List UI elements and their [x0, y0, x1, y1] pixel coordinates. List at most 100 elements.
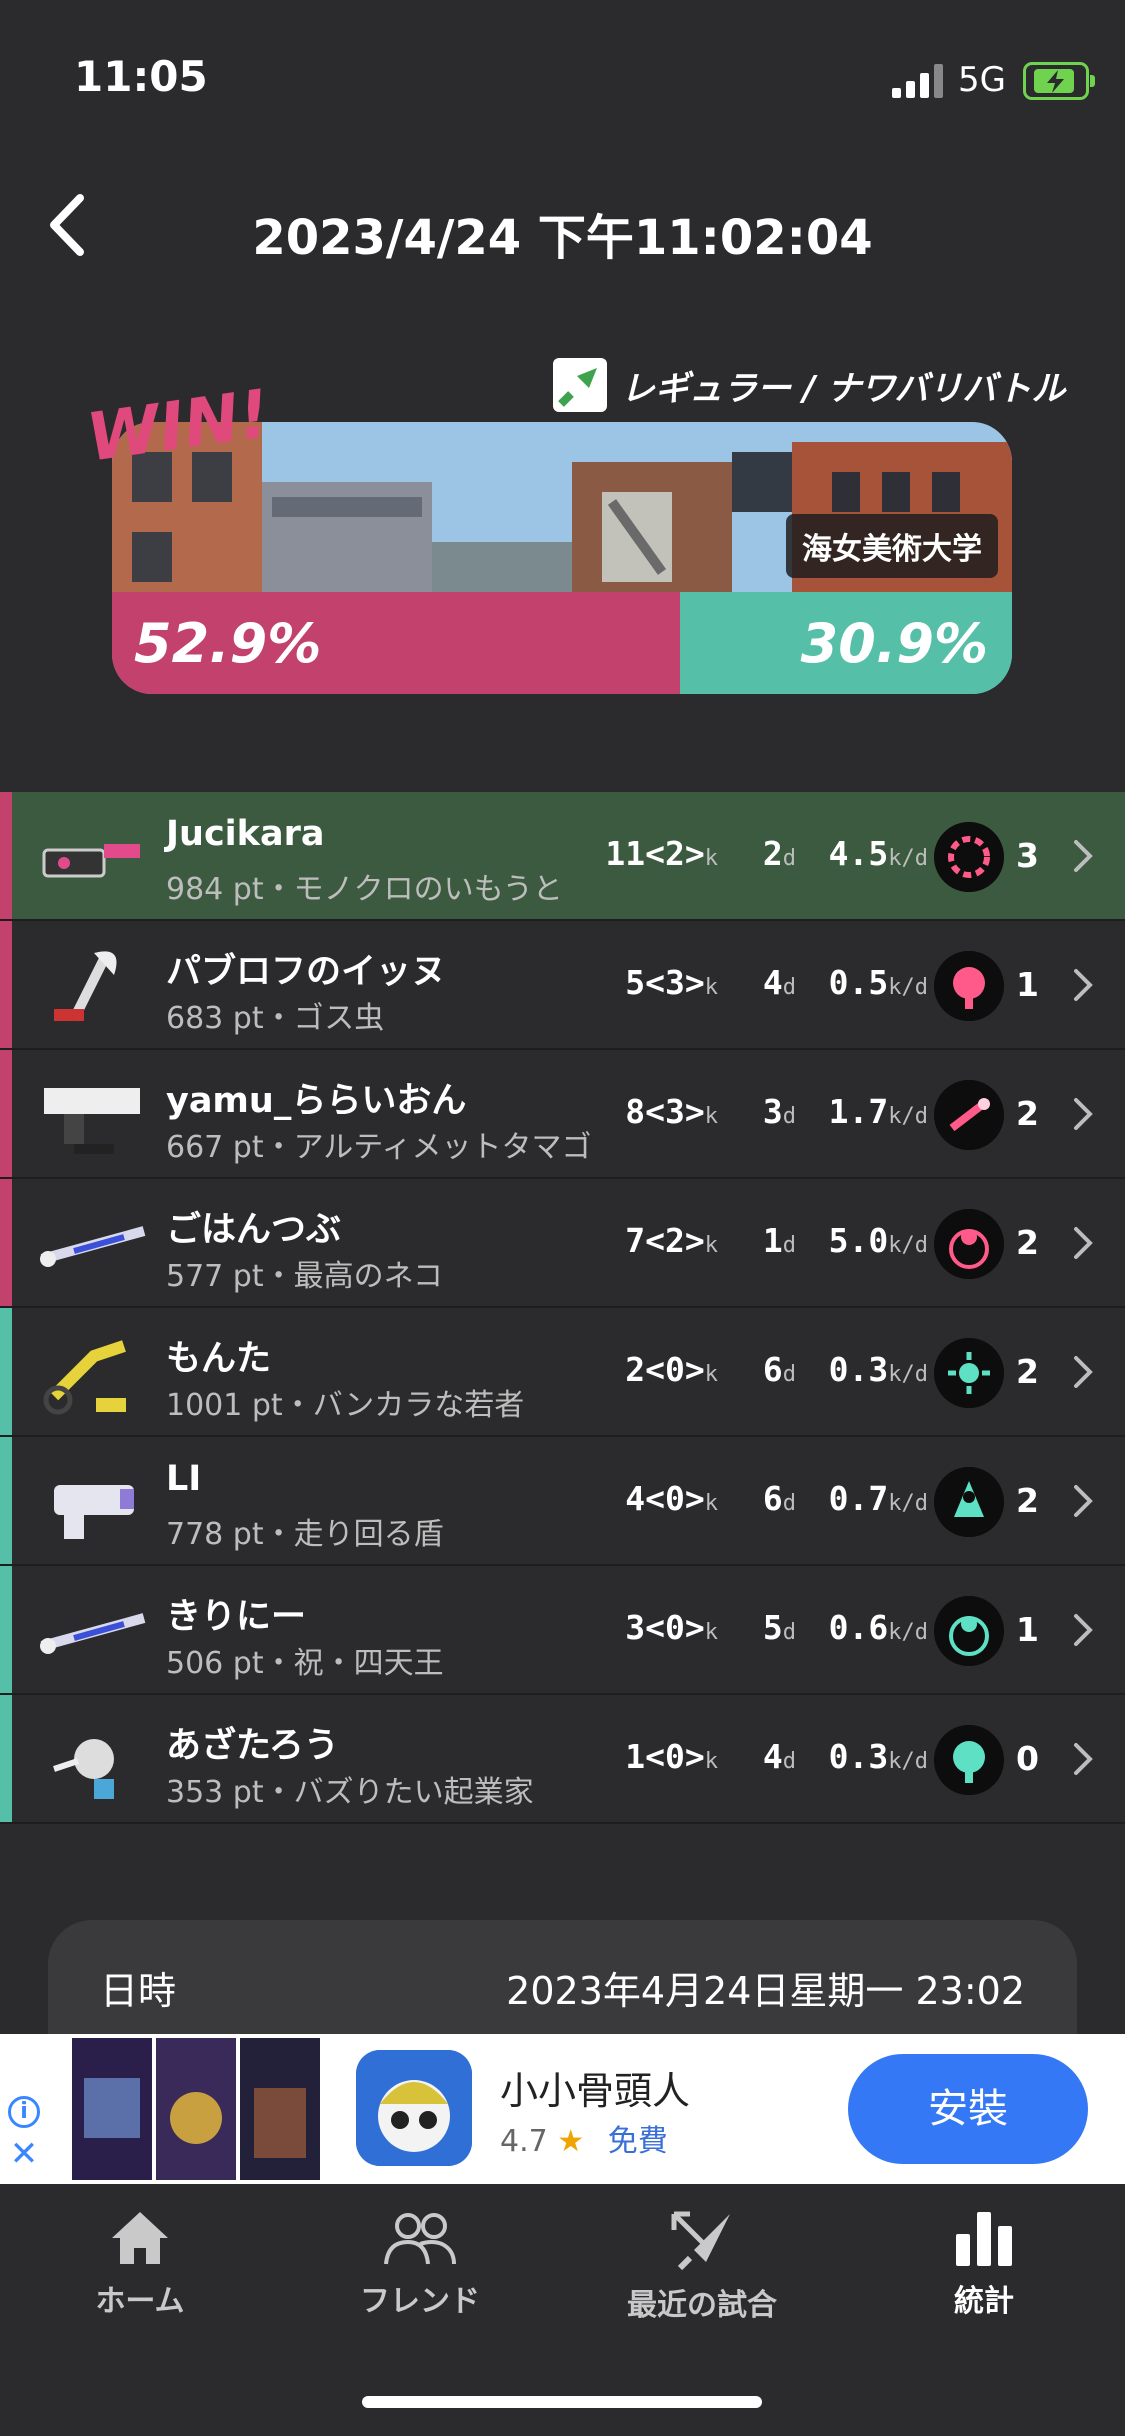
death-count: 5: [762, 1608, 783, 1647]
player-name: yamu_ららいおん: [166, 1081, 467, 1121]
battery-icon: [1023, 62, 1095, 100]
player-info: 984 pt・モノクロのいもうと: [166, 872, 563, 907]
tab-home[interactable]: ホーム: [40, 2208, 240, 2320]
tacticooler-icon: [934, 951, 1004, 1021]
wave-breaker-icon: [934, 1209, 1004, 1279]
tab-recent-battles-label: 最近の試合: [627, 2288, 777, 2323]
kd-ratio: 0.5: [828, 963, 889, 1002]
home-icon: [112, 2212, 168, 2264]
ally-percent: 52.9%: [134, 612, 322, 675]
player-stats: 2<0>k 6d 0.3k/d: [608, 1350, 928, 1394]
kd-stat: 4.5k/d: [829, 834, 928, 873]
status-time: 11:05: [74, 52, 208, 101]
special-count: 2: [1016, 1094, 1039, 1133]
ad-app-icon[interactable]: [356, 2050, 472, 2166]
weapon-icon: [42, 844, 140, 878]
kill-count: 2: [625, 1350, 646, 1389]
player-name: もんた: [166, 1339, 272, 1379]
kill-stat: 8<3>k: [625, 1092, 718, 1131]
player-row[interactable]: きりにー 506 pt・祝・四天王 3<0>k 5d 0.6k/d 1: [0, 1566, 1125, 1695]
player-row[interactable]: ごはんつぶ 577 pt・最高のネコ 7<2>k 1d 5.0k/d 2: [0, 1179, 1125, 1308]
tab-stats[interactable]: 統計: [884, 2208, 1084, 2320]
player-row[interactable]: yamu_ららいおん 667 pt・アルティメットタマゴ 8<3>k 3d 1.7k/d…: [0, 1050, 1125, 1179]
player-stats: 8<3>k 3d 1.7k/d: [608, 1092, 928, 1136]
kill-stat: 5<3>k: [625, 963, 718, 1002]
player-info: 1001 pt・バンカラな若者: [166, 1388, 525, 1423]
kill-stat: 11<2>k: [605, 834, 718, 873]
kd-stat: 0.5k/d: [829, 963, 928, 1002]
ad-screenshots-image: [72, 2038, 320, 2180]
team-stripe: [0, 792, 12, 919]
home-indicator: [362, 2396, 762, 2408]
ring-special-icon: [934, 822, 1004, 892]
assist-count: <2>: [645, 1221, 705, 1260]
chevron-right-icon: [1074, 1227, 1093, 1259]
team-stripe: [0, 1179, 12, 1306]
death-unit: d: [782, 1104, 796, 1129]
status-bar: 11:05 5G: [0, 0, 1125, 150]
kd-unit: k/d: [888, 1620, 928, 1645]
kill-stat: 3<0>k: [625, 1608, 718, 1647]
special-count: 2: [1016, 1481, 1039, 1520]
assist-count: <3>: [645, 963, 705, 1002]
kd-unit: k/d: [888, 1233, 928, 1258]
weapon-icon: [54, 1485, 134, 1539]
tab-friends-label: フレンド: [360, 2284, 480, 2319]
special-count: 1: [1016, 965, 1039, 1004]
win-text: WIN!: [82, 375, 274, 470]
player-row[interactable]: もんた 1001 pt・バンカラな若者 2<0>k 6d 0.3k/d 2: [0, 1308, 1125, 1437]
weapon-icon: [43, 1340, 126, 1415]
player-info: 353 pt・バズりたい起業家: [166, 1775, 534, 1810]
stage-name: 海女美術大学: [786, 514, 998, 578]
player-row[interactable]: LI 778 pt・走り回る盾 4<0>k 6d 0.7k/d 2: [0, 1437, 1125, 1566]
signal-icon: [892, 64, 944, 98]
kd-ratio: 1.7: [828, 1092, 889, 1131]
player-info: 778 pt・走り回る盾: [166, 1517, 444, 1552]
special-count: 0: [1016, 1739, 1039, 1778]
kill-count: 5: [625, 963, 646, 1002]
kill-stat: 7<2>k: [625, 1221, 718, 1260]
kd-ratio: 0.3: [828, 1737, 889, 1776]
enemy-percent: 30.9%: [800, 612, 988, 675]
chevron-right-icon: [1074, 840, 1093, 872]
ad-close-icon[interactable]: ✕: [8, 2137, 40, 2171]
assist-count: <0>: [645, 1608, 705, 1647]
chevron-right-icon: [1074, 1614, 1093, 1646]
assist-count: <0>: [645, 1479, 705, 1518]
battle-icon: [671, 2211, 730, 2271]
ad-rating: 4.7 ★ 免費: [500, 2116, 668, 2160]
beacon-icon: [934, 1467, 1004, 1537]
tab-friends[interactable]: フレンド: [320, 2208, 520, 2320]
tab-recent-battles[interactable]: 最近の試合: [602, 2208, 802, 2324]
nav-bar: 2023/4/24 下午11:02:04: [0, 180, 1125, 270]
player-name: ごはんつぶ: [166, 1210, 342, 1250]
star-icon: ★: [557, 2124, 585, 2159]
tab-home-label: ホーム: [95, 2284, 185, 2319]
player-row[interactable]: パブロフのイッヌ 683 pt・ゴス虫 5<3>k 4d 0.5k/d 1: [0, 921, 1125, 1050]
player-stats: 11<2>k 2d 4.5k/d: [605, 834, 928, 878]
death-unit: d: [782, 1749, 796, 1774]
player-stats: 7<2>k 1d 5.0k/d: [608, 1221, 928, 1265]
ad-install-button[interactable]: 安裝: [848, 2054, 1088, 2164]
ad-banner[interactable]: i ✕ 小小骨頭人 4.7 ★ 免費 安裝: [0, 2034, 1125, 2184]
player-row[interactable]: あざたろう 353 pt・バズりたい起業家 1<0>k 4d 0.3k/d 0: [0, 1695, 1125, 1824]
chevron-right-icon: [1074, 969, 1093, 1001]
kd-unit: k/d: [888, 1491, 928, 1516]
kd-unit: k/d: [888, 1104, 928, 1129]
team-stripe: [0, 1566, 12, 1693]
kd-stat: 1.7k/d: [829, 1092, 928, 1131]
assist-count: <3>: [645, 1092, 705, 1131]
stats-icon: [956, 2212, 1012, 2266]
player-stats: 4<0>k 6d 0.7k/d: [608, 1479, 928, 1523]
special-count: 3: [1016, 836, 1039, 875]
mode-text: レギュラー / ナワバリバトル: [621, 368, 1066, 409]
kd-ratio: 5.0: [828, 1221, 889, 1260]
tab-stats-label: 統計: [954, 2284, 1014, 2319]
kill-unit: k: [704, 1233, 718, 1258]
ad-info-icon[interactable]: i: [8, 2096, 40, 2128]
death-count: 2: [762, 834, 783, 873]
kd-stat: 0.6k/d: [829, 1608, 928, 1647]
player-row[interactable]: Jucikara 984 pt・モノクロのいもうと 11<2>k 2d 4.5k/d 3: [0, 792, 1125, 921]
death-unit: d: [782, 1362, 796, 1387]
ad-app-name: 小小骨頭人: [500, 2069, 691, 2113]
